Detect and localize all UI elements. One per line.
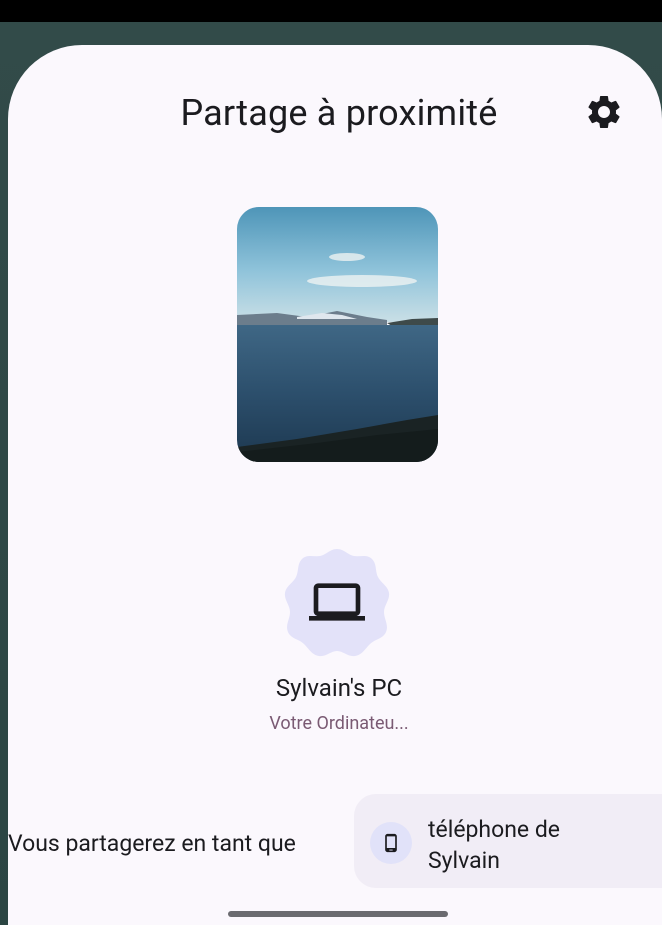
identity-chip[interactable]: téléphone de Sylvain: [354, 794, 662, 888]
shared-image-preview: [237, 207, 438, 462]
status-bar: [0, 0, 662, 22]
laptop-icon: [309, 574, 365, 634]
nearby-share-sheet: [8, 45, 662, 925]
gear-icon: [584, 92, 624, 136]
target-device-subtitle: Votre Ordinateu...: [269, 713, 409, 734]
identity-device-name-line1: téléphone de: [428, 816, 560, 843]
share-as-label: Vous partagerez en tant que: [8, 830, 296, 857]
navigation-handle[interactable]: [228, 911, 448, 917]
settings-button[interactable]: [578, 88, 630, 140]
identity-device-name-line2: Sylvain: [428, 847, 500, 874]
sheet-title: Partage à proximité: [180, 92, 498, 134]
identity-device-name: téléphone de Sylvain: [428, 814, 648, 876]
target-device-button[interactable]: [282, 547, 392, 657]
smartphone-icon: [370, 822, 412, 864]
target-device-name: Sylvain's PC: [275, 674, 403, 702]
